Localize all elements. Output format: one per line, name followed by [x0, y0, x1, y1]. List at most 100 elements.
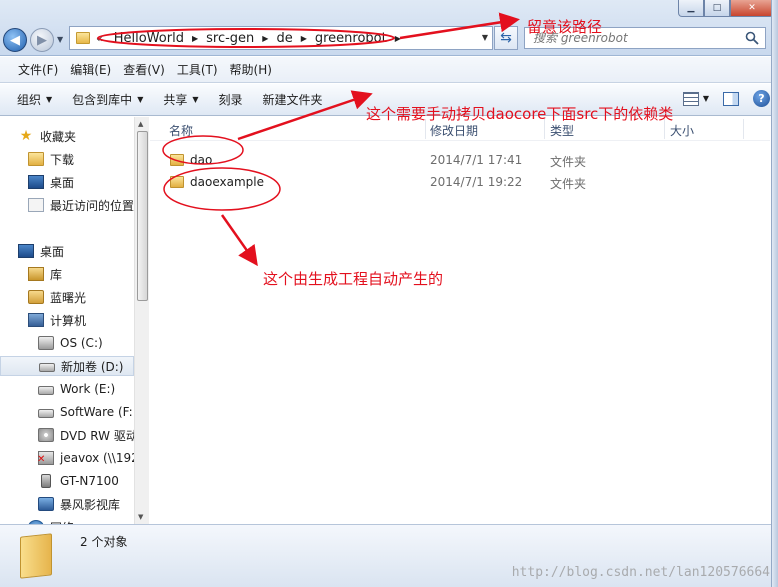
star-icon: ★ — [19, 128, 33, 144]
recent-places-icon — [28, 198, 44, 212]
help-icon[interactable]: ? — [753, 90, 770, 107]
title-bar: ▁ □ ✕ ◀ ▶ ▼ « HelloWorld ▶ src-gen ▶ de … — [0, 0, 778, 56]
chevron-down-icon: ▼ — [137, 95, 144, 104]
item-count: 2 个对象 — [80, 535, 128, 549]
sidebar-item-drive-c[interactable]: OS (C:) — [38, 333, 103, 353]
breadcrumb-label[interactable]: de — [271, 31, 297, 46]
breadcrumb-label[interactable]: HelloWorld — [109, 31, 189, 46]
sidebar-item-downloads[interactable]: 下载 — [28, 149, 74, 169]
sidebar-item-label: 库 — [50, 267, 63, 282]
organize-label: 组织 — [17, 93, 42, 107]
breadcrumb-src-gen[interactable]: src-gen ▶ — [201, 31, 271, 46]
column-name[interactable]: 名称 — [169, 122, 193, 139]
table-row[interactable]: daoexample 2014/7/1 19:22 文件夹 — [150, 171, 750, 193]
library-icon — [28, 267, 44, 281]
sidebar-item-libraries[interactable]: 库 — [28, 264, 62, 284]
address-bar[interactable]: « HelloWorld ▶ src-gen ▶ de ▶ greenrobot… — [69, 26, 493, 50]
sidebar-item-desktop[interactable]: 桌面 — [28, 172, 74, 192]
share-label: 共享 — [163, 93, 188, 107]
include-in-library-label: 包含到库中 — [72, 93, 133, 107]
dvd-drive-icon — [38, 428, 54, 442]
folder-icon — [76, 32, 90, 44]
sidebar-item-label: 最近访问的位置 — [50, 198, 135, 213]
breadcrumb-label[interactable]: src-gen — [201, 31, 259, 46]
column-divider[interactable] — [743, 119, 744, 139]
share-button[interactable]: 共享 ▼ — [156, 91, 205, 108]
sidebar-item-label: 新加卷 (D:) — [61, 359, 124, 374]
organize-button[interactable]: 组织 ▼ — [10, 91, 59, 108]
file-list: 名称 修改日期 类型 大小 dao 2014/7/1 17:41 文件夹 dao… — [150, 117, 778, 524]
desktop-icon — [18, 244, 34, 258]
refresh-icon: ⇆ — [500, 30, 512, 46]
refresh-button[interactable]: ⇆ — [494, 26, 518, 50]
breadcrumb-helloworld[interactable]: HelloWorld ▶ — [109, 31, 201, 46]
preview-pane-icon[interactable] — [723, 91, 739, 106]
column-size[interactable]: 大小 — [670, 122, 694, 139]
sidebar-item-favorites[interactable]: ★ 收藏夹 — [18, 126, 76, 146]
sidebar-item-drive-f[interactable]: SoftWare (F: — [38, 402, 133, 422]
sidebar-item-media-library[interactable]: 暴风影视库 — [38, 494, 120, 514]
sidebar-item-drive-d[interactable]: 新加卷 (D:) — [0, 356, 134, 376]
sidebar-item-network[interactable]: 网络 — [28, 517, 74, 524]
sidebar-item-phone[interactable]: GT-N7100 — [38, 471, 119, 491]
burn-button[interactable]: 刻录 — [212, 91, 250, 108]
sidebar-item-desktop-root[interactable]: 桌面 — [18, 241, 64, 261]
file-name[interactable]: dao — [190, 153, 212, 167]
sidebar-item-computer[interactable]: 计算机 — [28, 310, 86, 330]
view-list-icon — [682, 91, 699, 106]
file-name[interactable]: daoexample — [190, 175, 264, 189]
column-type[interactable]: 类型 — [550, 122, 574, 139]
computer-icon — [28, 313, 44, 327]
window-right-edge — [771, 0, 778, 587]
menu-view[interactable]: 查看(V) — [117, 61, 171, 78]
scrollbar-thumb[interactable] — [137, 131, 148, 301]
sidebar-item-user[interactable]: 蓝曙光 — [28, 287, 86, 307]
sidebar-item-dvd[interactable]: DVD RW 驱动 — [38, 425, 138, 445]
system-drive-icon — [38, 336, 54, 350]
file-name-cell[interactable]: daoexample — [170, 175, 264, 189]
breadcrumb-label[interactable]: greenrobot — [310, 31, 392, 46]
generated-note: 这个由生成工程自动产生的 — [263, 270, 444, 288]
sidebar-item-recent-places[interactable]: 最近访问的位置 — [28, 195, 134, 215]
folder-icon — [170, 176, 184, 188]
breadcrumb-de[interactable]: de ▶ — [271, 31, 309, 46]
sidebar-item-label: 桌面 — [50, 175, 75, 190]
maximize-button[interactable]: □ — [704, 0, 730, 17]
change-view-button[interactable]: ▼ — [682, 91, 709, 106]
recent-locations-dropdown[interactable]: ▼ — [57, 35, 63, 44]
scroll-down-icon[interactable]: ▼ — [138, 513, 143, 521]
breadcrumb-greenrobot[interactable]: greenrobot ▶ — [310, 31, 404, 46]
user-folder-icon — [28, 290, 44, 304]
file-type: 文件夹 — [550, 177, 587, 191]
back-button[interactable]: ◀ — [3, 28, 27, 52]
forward-arrow-icon: ▶ — [37, 32, 47, 48]
menu-edit[interactable]: 编辑(E) — [64, 61, 117, 78]
modified-date: 2014/7/1 17:41 — [430, 153, 523, 167]
sidebar-item-drive-e[interactable]: Work (E:) — [38, 379, 115, 399]
address-prefix[interactable]: « — [96, 32, 103, 45]
file-name-cell[interactable]: dao — [170, 153, 212, 167]
menu-file[interactable]: 文件(F) — [12, 61, 64, 78]
close-button[interactable]: ✕ — [730, 0, 774, 17]
search-icon[interactable] — [745, 31, 759, 45]
breadcrumb-arrow-icon[interactable]: ▶ — [189, 34, 201, 43]
sidebar-item-label: Work (E:) — [60, 382, 116, 396]
sidebar-item-network-drive[interactable]: jeavox (\\192 — [37, 448, 139, 468]
back-arrow-icon: ◀ — [10, 32, 20, 48]
breadcrumb-arrow-icon[interactable]: ▶ — [259, 34, 271, 43]
minimize-button[interactable]: ▁ — [678, 0, 704, 17]
new-folder-button[interactable]: 新建文件夹 — [256, 91, 330, 108]
table-row[interactable]: dao 2014/7/1 17:41 文件夹 — [150, 149, 750, 171]
sidebar-scrollbar[interactable]: ▲ ▼ — [134, 117, 149, 524]
folder-icon — [20, 533, 52, 579]
forward-button[interactable]: ▶ — [30, 28, 54, 52]
menu-help[interactable]: 帮助(H) — [224, 61, 278, 78]
scroll-up-icon[interactable]: ▲ — [138, 120, 143, 128]
breadcrumb-arrow-icon[interactable]: ▶ — [298, 34, 310, 43]
navigation-pane: ★ 收藏夹 下载 桌面 最近访问的位置 桌面 库 蓝曙光 计算机 OS (C:) … — [0, 117, 149, 524]
breadcrumb-arrow-icon[interactable]: ▶ — [392, 34, 404, 43]
column-modified[interactable]: 修改日期 — [430, 122, 478, 139]
menu-tools[interactable]: 工具(T) — [171, 61, 224, 78]
include-in-library-button[interactable]: 包含到库中 ▼ — [65, 91, 150, 108]
address-dropdown-icon[interactable]: ▼ — [482, 33, 488, 42]
